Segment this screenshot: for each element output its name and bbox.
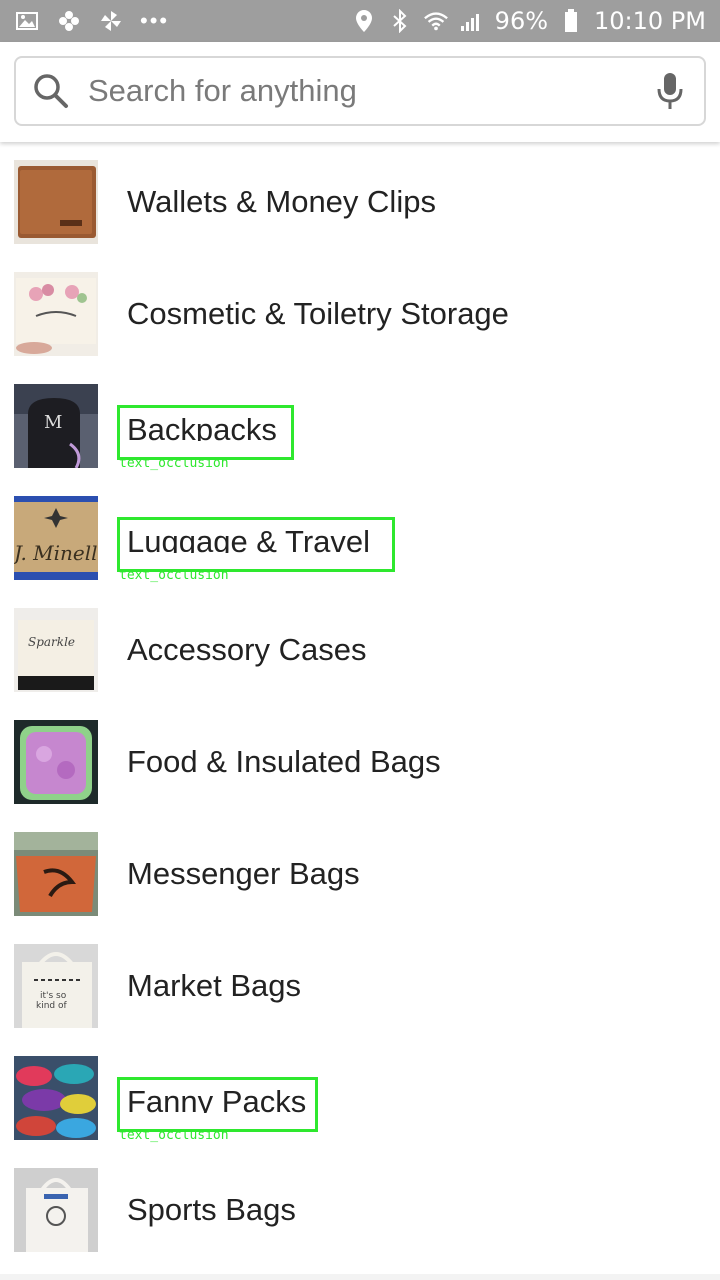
fanny-pack-thumbnail (14, 1056, 98, 1140)
gallery-icon (14, 8, 40, 34)
battery-icon (558, 8, 584, 34)
backpack-thumbnail: M (14, 384, 98, 468)
list-item[interactable]: Wallets & Money Clips (0, 146, 720, 258)
occlusion-label: text_occlusion (119, 568, 229, 583)
messenger-bag-thumbnail (14, 832, 98, 916)
list-item[interactable]: Fanny Packs (0, 1042, 720, 1154)
category-list: Wallets & Money Clips Cosmetic & Toiletr… (0, 146, 720, 1266)
bottom-edge (0, 1274, 720, 1280)
list-item[interactable]: Sparkle Accessory Cases (0, 594, 720, 706)
signal-icon (459, 8, 485, 34)
search-icon[interactable] (32, 72, 70, 110)
occlusion-box-backpacks (117, 405, 294, 460)
category-label: Messenger Bags (127, 856, 360, 891)
list-item[interactable]: it's so kind of Market Bags (0, 930, 720, 1042)
svg-text:M: M (44, 412, 62, 433)
status-right: 96% 10:10 PM (351, 7, 706, 35)
luggage-tag-thumbnail: J. Minello (14, 496, 98, 580)
svg-text:Sparkle: Sparkle (28, 635, 75, 649)
category-label: Cosmetic & Toiletry Storage (127, 296, 509, 331)
status-left: ••• (14, 8, 351, 34)
pinwheel-icon (56, 8, 82, 34)
insulated-bag-thumbnail (14, 720, 98, 804)
svg-text:it's so: it's so (40, 991, 67, 1001)
category-label: Wallets & Money Clips (127, 184, 436, 219)
list-item[interactable]: Messenger Bags (0, 818, 720, 930)
location-icon (351, 8, 377, 34)
clock: 10:10 PM (594, 7, 706, 35)
occlusion-box-fanny-packs (117, 1077, 318, 1132)
cosmetic-bag-thumbnail (14, 272, 98, 356)
category-label: Sports Bags (127, 1192, 296, 1227)
occlusion-box-luggage (117, 517, 395, 572)
list-item[interactable]: Cosmetic & Toiletry Storage (0, 258, 720, 370)
fan-icon (98, 8, 124, 34)
wifi-icon (423, 8, 449, 34)
category-label: Food & Insulated Bags (127, 744, 441, 779)
search-input[interactable] (86, 72, 652, 110)
search-box[interactable] (14, 56, 706, 126)
occlusion-label: text_occlusion (119, 1128, 229, 1143)
svg-text:kind of: kind of (36, 1001, 67, 1011)
list-item[interactable]: M Backpacks (0, 370, 720, 482)
accessory-case-thumbnail: Sparkle (14, 608, 98, 692)
category-label: Market Bags (127, 968, 302, 1003)
more-dots-icon: ••• (140, 8, 170, 33)
list-item[interactable]: Food & Insulated Bags (0, 706, 720, 818)
market-bag-thumbnail: it's so kind of (14, 944, 98, 1028)
category-label: Accessory Cases (127, 632, 367, 667)
status-bar: ••• 96% 10:10 PM (0, 0, 720, 42)
search-header (0, 42, 720, 142)
svg-text:J. Minello: J. Minello (14, 541, 98, 565)
list-item[interactable]: Sports Bags (0, 1154, 720, 1266)
occlusion-label: text_occlusion (119, 456, 229, 471)
wallet-thumbnail (14, 160, 98, 244)
microphone-icon[interactable] (652, 69, 688, 113)
bluetooth-icon (387, 8, 413, 34)
battery-percent: 96% (494, 7, 549, 35)
sports-bag-thumbnail (14, 1168, 98, 1252)
